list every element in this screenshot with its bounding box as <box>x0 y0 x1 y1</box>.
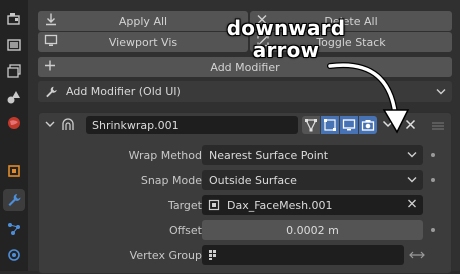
target-value: Dax_FaceMesh.001 <box>227 198 333 212</box>
apply-all-label: Apply All <box>118 14 168 28</box>
offset-value: 0.0002 m <box>286 223 339 237</box>
plus-icon <box>44 60 56 75</box>
world-icon <box>8 117 20 129</box>
keyframe-dot[interactable] <box>431 178 435 182</box>
apply-all-button[interactable]: Apply All <box>38 11 248 31</box>
modifier-tab[interactable] <box>3 189 25 211</box>
viewport-vis-label: Viewport Vis <box>108 35 178 49</box>
annotation-line-1: downward <box>226 16 346 40</box>
mesh-object-icon <box>208 199 220 211</box>
offset-number-field[interactable]: 0.0002 m <box>202 220 423 240</box>
vertex-group-label: Vertex Group <box>129 249 202 262</box>
shrinkwrap-icon <box>60 116 76 135</box>
clear-close-icon[interactable] <box>407 199 417 212</box>
keyframe-dot[interactable] <box>431 228 435 232</box>
vertex-group-field[interactable] <box>202 245 404 265</box>
modifier-name-text: Shrinkwrap.001 <box>92 118 179 132</box>
wrench-icon <box>44 85 58 99</box>
object-icon <box>8 165 20 177</box>
physics-tab[interactable] <box>3 244 25 266</box>
output-tab[interactable] <box>3 34 25 56</box>
invert-arrows-icon[interactable] <box>409 248 425 265</box>
physics-icon <box>8 249 20 261</box>
chevron-down-icon <box>407 149 417 162</box>
viewport-vis-button[interactable]: Viewport Vis <box>38 32 248 52</box>
vertex-triangle-icon <box>305 119 317 132</box>
annotation-arrow-icon <box>327 62 410 134</box>
target-label: Target <box>167 199 202 212</box>
view-layer-icon <box>7 64 21 78</box>
wrap-method-label: Wrap Method <box>128 149 202 162</box>
offset-label: Offset <box>168 224 202 237</box>
apply-icon <box>44 13 58 30</box>
add-modifier-label: Add Modifier <box>210 60 280 74</box>
scene-icon <box>7 91 20 104</box>
render-icon <box>7 13 20 25</box>
snap-mode-label: Snap Mode <box>140 174 202 187</box>
wrap-method-value: Nearest Surface Point <box>209 148 329 162</box>
add-modifier-old-label: Add Modifier (Old UI) <box>66 85 181 98</box>
chevron-down-icon <box>407 174 417 187</box>
collapse-chevron-icon[interactable] <box>45 119 55 132</box>
particles-icon <box>8 223 20 235</box>
wrap-method-dropdown[interactable]: Nearest Surface Point <box>202 145 423 165</box>
snap-mode-dropdown[interactable]: Outside Surface <box>202 170 423 190</box>
keyframe-dot[interactable] <box>431 153 435 157</box>
monitor-icon <box>44 34 58 51</box>
view-layer-tab[interactable] <box>3 60 25 82</box>
output-icon <box>7 39 21 51</box>
world-tab[interactable] <box>3 112 25 134</box>
scene-tab[interactable] <box>3 86 25 108</box>
target-object-field[interactable]: Dax_FaceMesh.001 <box>202 195 423 215</box>
properties-tab-strip <box>0 0 29 271</box>
vertex-group-icon <box>208 249 220 261</box>
drag-handle-icon[interactable] <box>431 120 445 133</box>
snap-mode-value: Outside Surface <box>209 173 297 187</box>
particles-tab[interactable] <box>3 218 25 240</box>
chevron-down-icon <box>436 85 446 98</box>
render-tab[interactable] <box>3 8 25 30</box>
modifier-name-field[interactable]: Shrinkwrap.001 <box>86 116 298 134</box>
modifier-wrench-icon <box>8 194 21 206</box>
object-tab[interactable] <box>3 160 25 182</box>
on-cage-toggle[interactable] <box>302 116 320 134</box>
